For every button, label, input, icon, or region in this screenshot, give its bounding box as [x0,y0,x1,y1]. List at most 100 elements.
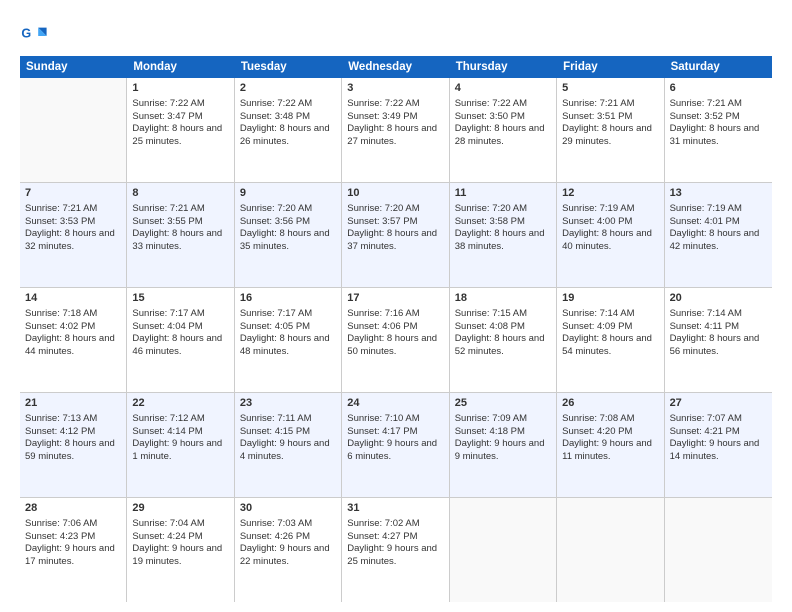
sunset-info: Sunset: 4:01 PM [670,216,767,229]
sun-info: Sunrise: 7:07 AM [670,413,767,426]
cal-cell-4-4 [450,498,557,602]
cal-cell-4-6 [665,498,772,602]
sun-info: Sunrise: 7:18 AM [25,308,121,321]
daylight-info: Daylight: 8 hours and 59 minutes. [25,438,121,464]
sun-info: Sunrise: 7:20 AM [455,203,551,216]
day-number: 2 [240,81,336,96]
calendar-header: SundayMondayTuesdayWednesdayThursdayFrid… [20,56,772,78]
day-number: 28 [25,501,121,516]
day-number: 15 [132,291,228,306]
page-header: G [20,18,772,50]
daylight-info: Daylight: 9 hours and 9 minutes. [455,438,551,464]
daylight-info: Daylight: 8 hours and 29 minutes. [562,123,658,149]
day-number: 5 [562,81,658,96]
calendar-page: G SundayMondayTuesdayWednesdayThursdayFr… [0,0,792,612]
sunset-info: Sunset: 3:49 PM [347,111,443,124]
cal-cell-3-4: 25Sunrise: 7:09 AMSunset: 4:18 PMDayligh… [450,393,557,497]
cal-cell-1-2: 9Sunrise: 7:20 AMSunset: 3:56 PMDaylight… [235,183,342,287]
header-saturday: Saturday [665,56,772,78]
cal-cell-0-5: 5 Sunrise: 7:21 AMSunset: 3:51 PMDaylight… [557,78,664,182]
daylight-info: Daylight: 8 hours and 37 minutes. [347,228,443,254]
cal-cell-1-3: 10Sunrise: 7:20 AMSunset: 3:57 PMDayligh… [342,183,449,287]
sunset-info: Sunset: 3:51 PM [562,111,658,124]
sun-info: Sunrise: 7:14 AM [670,308,767,321]
day-number: 3 [347,81,443,96]
cal-cell-2-1: 15Sunrise: 7:17 AMSunset: 4:04 PMDayligh… [127,288,234,392]
sun-info: Sunrise: 7:22 AM [347,98,443,111]
week-row-0: 1Sunrise: 7:22 AMSunset: 3:47 PMDaylight… [20,78,772,183]
sunset-info: Sunset: 4:15 PM [240,426,336,439]
day-number: 27 [670,396,767,411]
sun-info: Sunrise: 7:10 AM [347,413,443,426]
day-number: 22 [132,396,228,411]
sunset-info: Sunset: 4:21 PM [670,426,767,439]
daylight-info: Daylight: 9 hours and 11 minutes. [562,438,658,464]
svg-text:G: G [21,26,31,40]
sun-info: Sunrise: 7:12 AM [132,413,228,426]
cal-cell-2-0: 14Sunrise: 7:18 AMSunset: 4:02 PMDayligh… [20,288,127,392]
cal-cell-0-3: 3Sunrise: 7:22 AMSunset: 3:49 PMDaylight… [342,78,449,182]
day-number: 18 [455,291,551,306]
daylight-info: Daylight: 8 hours and 42 minutes. [670,228,767,254]
cal-cell-3-3: 24Sunrise: 7:10 AMSunset: 4:17 PMDayligh… [342,393,449,497]
daylight-info: Daylight: 8 hours and 31 minutes. [670,123,767,149]
sunset-info: Sunset: 3:53 PM [25,216,121,229]
sunset-info: Sunset: 4:12 PM [25,426,121,439]
sun-info: Sunrise: 7:03 AM [240,518,336,531]
header-thursday: Thursday [450,56,557,78]
sun-info: Sunrise: 7:22 AM [455,98,551,111]
sun-info: Sunrise: 7:19 AM [670,203,767,216]
sunset-info: Sunset: 4:23 PM [25,531,121,544]
sun-info: Sunrise: 7:17 AM [132,308,228,321]
day-number: 31 [347,501,443,516]
daylight-info: Daylight: 8 hours and 44 minutes. [25,333,121,359]
sunset-info: Sunset: 3:47 PM [132,111,228,124]
daylight-info: Daylight: 9 hours and 14 minutes. [670,438,767,464]
cal-cell-2-6: 20Sunrise: 7:14 AMSunset: 4:11 PMDayligh… [665,288,772,392]
day-number: 20 [670,291,767,306]
daylight-info: Daylight: 9 hours and 19 minutes. [132,543,228,569]
cal-cell-0-1: 1Sunrise: 7:22 AMSunset: 3:47 PMDaylight… [127,78,234,182]
sun-info: Sunrise: 7:22 AM [132,98,228,111]
cal-cell-4-0: 28Sunrise: 7:06 AMSunset: 4:23 PMDayligh… [20,498,127,602]
daylight-info: Daylight: 8 hours and 40 minutes. [562,228,658,254]
daylight-info: Daylight: 9 hours and 25 minutes. [347,543,443,569]
daylight-info: Daylight: 9 hours and 22 minutes. [240,543,336,569]
sun-info: Sunrise: 7:16 AM [347,308,443,321]
cal-cell-2-4: 18Sunrise: 7:15 AMSunset: 4:08 PMDayligh… [450,288,557,392]
day-number: 11 [455,186,551,201]
cal-cell-0-6: 6Sunrise: 7:21 AMSunset: 3:52 PMDaylight… [665,78,772,182]
cal-cell-2-2: 16Sunrise: 7:17 AMSunset: 4:05 PMDayligh… [235,288,342,392]
sunset-info: Sunset: 4:24 PM [132,531,228,544]
sun-info: Sunrise: 7:20 AM [347,203,443,216]
sun-info: Sunrise: 7:09 AM [455,413,551,426]
sun-info: Sunrise: 7:15 AM [455,308,551,321]
sunset-info: Sunset: 4:26 PM [240,531,336,544]
daylight-info: Daylight: 9 hours and 17 minutes. [25,543,121,569]
day-number: 30 [240,501,336,516]
sunset-info: Sunset: 3:58 PM [455,216,551,229]
day-number: 26 [562,396,658,411]
daylight-info: Daylight: 8 hours and 54 minutes. [562,333,658,359]
week-row-3: 21Sunrise: 7:13 AMSunset: 4:12 PMDayligh… [20,393,772,498]
sunset-info: Sunset: 4:02 PM [25,321,121,334]
header-tuesday: Tuesday [235,56,342,78]
day-number: 1 [132,81,228,96]
header-friday: Friday [557,56,664,78]
sun-info: Sunrise: 7:08 AM [562,413,658,426]
sunset-info: Sunset: 3:55 PM [132,216,228,229]
sun-info: Sunrise: 7:22 AM [240,98,336,111]
cal-cell-0-0 [20,78,127,182]
day-number: 10 [347,186,443,201]
cal-cell-4-2: 30 Sunrise: 7:03 AMSunset: 4:26 PMDayligh… [235,498,342,602]
daylight-info: Daylight: 9 hours and 1 minute. [132,438,228,464]
sunset-info: Sunset: 4:20 PM [562,426,658,439]
logo: G [20,22,52,50]
cal-cell-3-1: 22 Sunrise: 7:12 AMSunset: 4:14 PMDayligh… [127,393,234,497]
sunset-info: Sunset: 4:14 PM [132,426,228,439]
calendar-body: 1Sunrise: 7:22 AMSunset: 3:47 PMDaylight… [20,78,772,602]
daylight-info: Daylight: 8 hours and 56 minutes. [670,333,767,359]
daylight-info: Daylight: 9 hours and 4 minutes. [240,438,336,464]
sun-info: Sunrise: 7:21 AM [562,98,658,111]
cal-cell-1-1: 8Sunrise: 7:21 AMSunset: 3:55 PMDaylight… [127,183,234,287]
